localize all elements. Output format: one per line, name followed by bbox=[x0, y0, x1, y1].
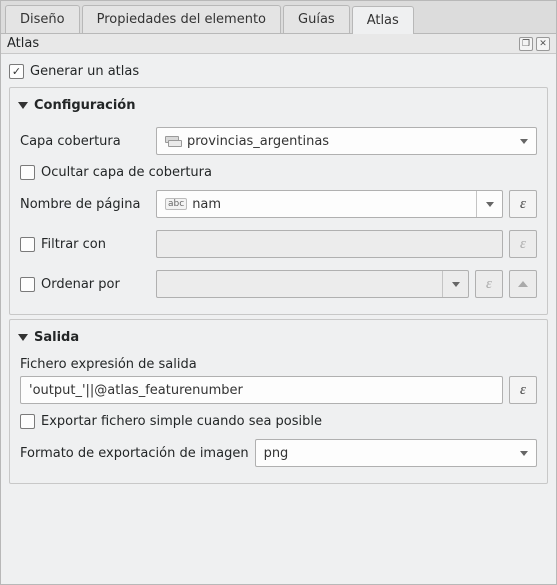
image-format-value: png bbox=[264, 446, 289, 461]
order-by-label: Ordenar por bbox=[41, 277, 120, 292]
page-name-row: Nombre de página abc nam ε bbox=[18, 184, 539, 224]
atlas-panel-window: Diseño Propiedades del elemento Guías At… bbox=[0, 0, 557, 585]
coverage-layer-row: Capa cobertura provincias_argentinas bbox=[18, 121, 539, 161]
tab-bar: Diseño Propiedades del elemento Guías At… bbox=[1, 1, 556, 34]
hide-coverage-row: Ocultar capa de cobertura bbox=[18, 161, 539, 184]
filter-with-input bbox=[156, 230, 503, 258]
export-single-label: Exportar fichero simple cuando sea posib… bbox=[41, 414, 322, 429]
filter-with-checkbox[interactable] bbox=[20, 237, 35, 252]
sort-direction-button bbox=[509, 270, 537, 298]
page-name-label: Nombre de página bbox=[20, 197, 150, 212]
panel-content: Generar un atlas Configuración Capa cobe… bbox=[1, 54, 556, 494]
file-expression-label: Fichero expresión de salida bbox=[18, 353, 539, 374]
output-title: Salida bbox=[34, 330, 79, 345]
hide-coverage-label: Ocultar capa de cobertura bbox=[41, 165, 212, 180]
output-group: Salida Fichero expresión de salida 'outp… bbox=[9, 319, 548, 484]
output-header[interactable]: Salida bbox=[18, 320, 539, 353]
generate-atlas-row: Generar un atlas bbox=[7, 60, 550, 83]
chevron-down-icon bbox=[18, 102, 28, 109]
tab-item-properties[interactable]: Propiedades del elemento bbox=[82, 5, 281, 33]
tab-guides[interactable]: Guías bbox=[283, 5, 350, 33]
page-name-value: nam bbox=[192, 197, 221, 212]
filter-expression-button: ε bbox=[509, 230, 537, 258]
order-by-row: Ordenar por ε bbox=[18, 264, 539, 304]
chevron-down-icon bbox=[520, 139, 528, 144]
polygon-layer-icon bbox=[165, 136, 181, 146]
string-field-icon: abc bbox=[165, 198, 187, 211]
panel-detach-button[interactable]: ❐ bbox=[519, 37, 533, 51]
image-format-label: Formato de exportación de imagen bbox=[20, 446, 249, 461]
chevron-down-icon bbox=[452, 282, 460, 287]
filter-with-label: Filtrar con bbox=[41, 237, 106, 252]
filter-with-row: Filtrar con ε bbox=[18, 224, 539, 264]
coverage-layer-label: Capa cobertura bbox=[20, 134, 150, 149]
hide-coverage-checkbox[interactable] bbox=[20, 165, 35, 180]
image-format-row: Formato de exportación de imagen png bbox=[18, 433, 539, 473]
chevron-down-icon bbox=[18, 334, 28, 341]
coverage-layer-value: provincias_argentinas bbox=[187, 134, 329, 149]
order-by-checkbox[interactable] bbox=[20, 277, 35, 292]
configuration-header[interactable]: Configuración bbox=[18, 88, 539, 121]
panel-title-bar: Atlas ❐ ✕ bbox=[1, 34, 556, 54]
configuration-group: Configuración Capa cobertura provincias_… bbox=[9, 87, 548, 315]
order-by-combo bbox=[156, 270, 469, 298]
tab-design[interactable]: Diseño bbox=[5, 5, 80, 33]
file-expression-input[interactable]: 'output_'||@atlas_featurenumber bbox=[20, 376, 503, 404]
chevron-down-icon bbox=[486, 202, 494, 207]
arrow-up-icon bbox=[518, 281, 528, 287]
export-single-checkbox[interactable] bbox=[20, 414, 35, 429]
file-expression-button[interactable]: ε bbox=[509, 376, 537, 404]
tab-atlas[interactable]: Atlas bbox=[352, 6, 414, 34]
panel-title: Atlas bbox=[7, 36, 516, 51]
image-format-combo[interactable]: png bbox=[255, 439, 537, 467]
configuration-title: Configuración bbox=[34, 98, 135, 113]
coverage-layer-combo[interactable]: provincias_argentinas bbox=[156, 127, 537, 155]
panel-close-button[interactable]: ✕ bbox=[536, 37, 550, 51]
file-expression-row: 'output_'||@atlas_featurenumber ε bbox=[18, 374, 539, 410]
file-expression-value: 'output_'||@atlas_featurenumber bbox=[29, 383, 243, 398]
generate-atlas-checkbox[interactable] bbox=[9, 64, 24, 79]
generate-atlas-label: Generar un atlas bbox=[30, 64, 139, 79]
page-name-expression-button[interactable]: ε bbox=[509, 190, 537, 218]
export-single-row: Exportar fichero simple cuando sea posib… bbox=[18, 410, 539, 433]
chevron-down-icon bbox=[520, 451, 528, 456]
page-name-combo[interactable]: abc nam bbox=[156, 190, 503, 218]
order-by-expression-button: ε bbox=[475, 270, 503, 298]
